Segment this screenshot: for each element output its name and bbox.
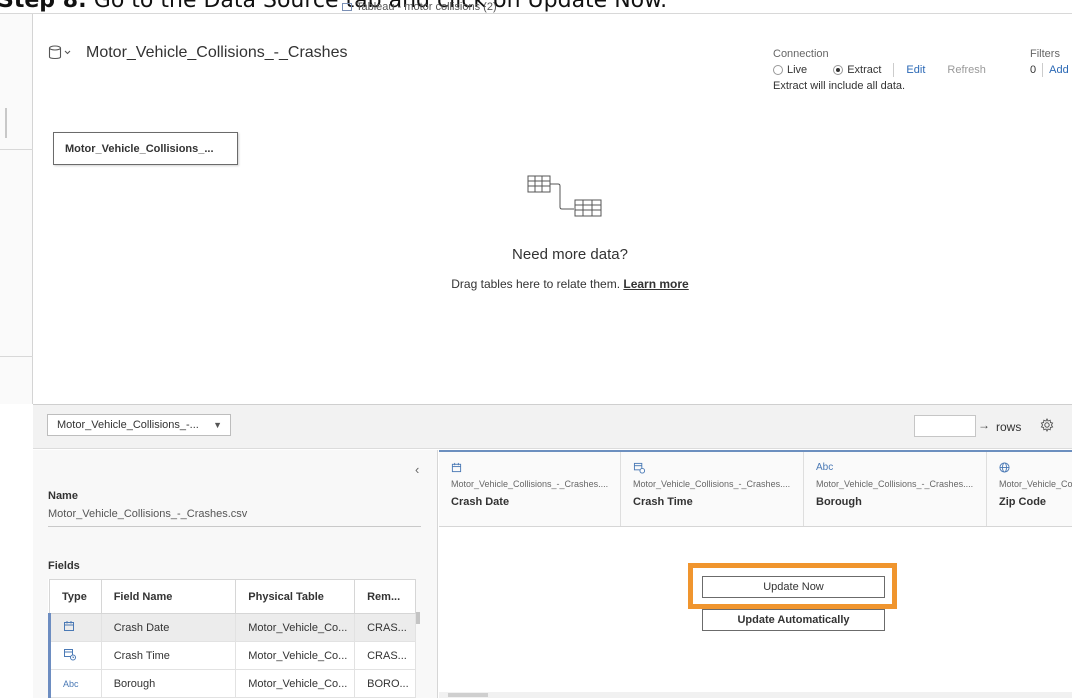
extract-label[interactable]: Extract [847, 64, 881, 76]
dropdown-caret-icon: ▼ [213, 420, 222, 430]
refresh-link: Refresh [947, 64, 986, 76]
window-title: Tableau - motor collisions (2) [342, 1, 497, 13]
drag-hint-text: Drag tables here to relate them. [451, 277, 621, 291]
live-radio[interactable] [773, 65, 783, 75]
remote-name: CRAS... [354, 613, 416, 642]
fields-table: Type Field Name Physical Table Rem... Cr… [48, 579, 416, 698]
physical-table: Motor_Vehicle_Co... [235, 613, 356, 642]
fields-label: Fields [48, 560, 80, 572]
physical-table: Motor_Vehicle_Co... [235, 669, 356, 698]
physical-table: Motor_Vehicle_Co... [235, 641, 356, 670]
rows-label: rows [996, 420, 1022, 434]
resize-handle[interactable] [5, 108, 7, 138]
window-title-text: Tableau - motor collisions (2) [356, 1, 497, 13]
connection-options: Live Extract Edit Refresh [773, 63, 986, 77]
table-row[interactable]: Crash Date Motor_Vehicle_Co... CRAS... [48, 613, 416, 642]
extract-note: Extract will include all data. [773, 80, 906, 92]
field-name: Crash Date [100, 613, 237, 642]
connection-label: Connection [773, 48, 829, 60]
grid-column-header[interactable]: Motor_Vehicle_Collisions_-_Crashes.... C… [439, 452, 621, 526]
column-name: Crash Time [633, 496, 693, 508]
edit-link[interactable]: Edit [906, 64, 925, 76]
grid-header-divider [439, 526, 1072, 527]
step-number: Step 8: [0, 0, 87, 13]
column-name: Zip Code [999, 496, 1047, 508]
string-type-icon[interactable]: Abc [48, 669, 102, 698]
column-name: Borough [816, 496, 862, 508]
table-dropdown-value: Motor_Vehicle_Collisions_-... [57, 419, 199, 431]
tableau-doc-icon [342, 3, 352, 12]
rows-input[interactable] [914, 415, 976, 437]
calendar-icon[interactable] [48, 613, 102, 642]
column-source: Motor_Vehicle_Collisions_-_Crashes.... [451, 479, 609, 489]
name-label: Name [48, 490, 78, 502]
live-label[interactable]: Live [787, 64, 807, 76]
chevron-left-icon[interactable]: ‹ [415, 462, 419, 477]
left-side-strip [0, 14, 33, 404]
tutorial-step-text: Step 8: Go to the Data Source tab and cl… [0, 0, 667, 13]
column-source: Motor_Vehicle_Col [999, 479, 1072, 489]
column-source: Motor_Vehicle_Collisions_-_Crashes.... [816, 479, 974, 489]
string-type-icon[interactable]: Abc [816, 462, 986, 476]
title-divider [0, 13, 1072, 14]
name-value: Motor_Vehicle_Collisions_-_Crashes.csv [48, 508, 421, 527]
grid-column-header[interactable]: Motor_Vehicle_Col Zip Code [987, 452, 1072, 526]
col-header-physical-table[interactable]: Physical Table [235, 579, 356, 614]
table-dropdown[interactable]: Motor_Vehicle_Collisions_-... ▼ [47, 414, 231, 436]
filters-label: Filters [1030, 48, 1060, 60]
globe-icon[interactable] [999, 462, 1072, 476]
col-header-type[interactable]: Type [49, 579, 102, 614]
scrollbar-thumb[interactable] [448, 693, 488, 697]
grid-horizontal-scrollbar[interactable] [439, 692, 1072, 698]
col-header-field-name[interactable]: Field Name [100, 579, 237, 614]
strip-divider [0, 356, 33, 357]
remote-name: CRAS... [354, 641, 416, 670]
calendar-icon[interactable] [451, 462, 620, 476]
add-filter-link[interactable]: Add [1049, 64, 1069, 76]
column-name: Crash Date [451, 496, 510, 508]
gear-icon[interactable] [1040, 417, 1054, 437]
table-row[interactable]: Crash Time Motor_Vehicle_Co... CRAS... [48, 641, 416, 670]
fields-header-row: Type Field Name Physical Table Rem... [49, 579, 416, 614]
relate-tables-icon [527, 175, 603, 222]
extract-radio[interactable] [833, 65, 844, 75]
datasource-title[interactable]: Motor_Vehicle_Collisions_-_Crashes [86, 44, 347, 62]
divider [893, 63, 895, 77]
update-automatically-button[interactable]: Update Automatically [702, 609, 885, 631]
database-icon[interactable] [48, 45, 74, 66]
need-more-data-heading: Need more data? [512, 246, 628, 263]
learn-more-link[interactable]: Learn more [623, 277, 688, 291]
divider [1042, 63, 1044, 77]
grid-column-header[interactable]: Abc Motor_Vehicle_Collisions_-_Crashes..… [804, 452, 987, 526]
arrow-right-icon[interactable]: → [978, 418, 990, 432]
column-source: Motor_Vehicle_Collisions_-_Crashes.... [633, 479, 791, 489]
field-name: Borough [100, 669, 237, 698]
fields-scrollbar[interactable] [416, 612, 420, 624]
grid-column-header[interactable]: Motor_Vehicle_Collisions_-_Crashes.... C… [621, 452, 804, 526]
canvas-table-chip[interactable]: Motor_Vehicle_Collisions_... [53, 132, 238, 165]
field-name: Crash Time [100, 641, 237, 670]
remote-name: BORO... [354, 669, 416, 698]
table-row[interactable]: Abc Borough Motor_Vehicle_Co... BORO... [48, 669, 416, 698]
filters-row: 0 Add [1030, 63, 1069, 77]
update-now-button[interactable]: Update Now [702, 576, 885, 598]
drag-tables-hint: Drag tables here to relate them. Learn m… [400, 277, 740, 291]
col-header-remote[interactable]: Rem... [354, 579, 416, 614]
strip-divider [0, 149, 33, 150]
datetime-icon[interactable] [48, 641, 102, 670]
datetime-icon[interactable] [633, 462, 803, 476]
filters-count: 0 [1030, 64, 1037, 76]
